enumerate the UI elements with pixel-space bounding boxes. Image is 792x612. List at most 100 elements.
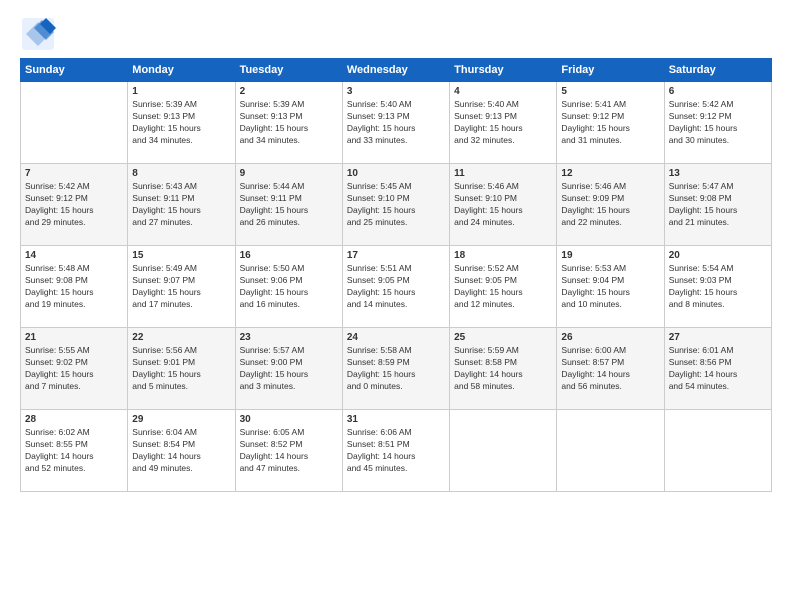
calendar-cell: 13 Sunrise: 5:47 AM Sunset: 9:08 PM Dayli…: [664, 164, 771, 246]
calendar-cell: 28 Sunrise: 6:02 AM Sunset: 8:55 PM Dayli…: [21, 410, 128, 492]
day-number: 1: [132, 86, 230, 97]
day-info: Sunrise: 5:54 AM Sunset: 9:03 PM Dayligh…: [669, 263, 767, 311]
weekday-header: Monday: [128, 59, 235, 82]
calendar-cell: 1 Sunrise: 5:39 AM Sunset: 9:13 PM Daylig…: [128, 82, 235, 164]
day-info: Sunrise: 5:46 AM Sunset: 9:10 PM Dayligh…: [454, 181, 552, 229]
day-info: Sunrise: 6:04 AM Sunset: 8:54 PM Dayligh…: [132, 427, 230, 475]
day-info: Sunrise: 5:45 AM Sunset: 9:10 PM Dayligh…: [347, 181, 445, 229]
day-number: 13: [669, 168, 767, 179]
calendar-cell: 12Sunrise: 5:46 AM Sunset: 9:09 PM Dayli…: [557, 164, 664, 246]
calendar-week-row: 14 Sunrise: 5:48 AM Sunset: 9:08 PM Dayli…: [21, 246, 772, 328]
day-number: 2: [240, 86, 338, 97]
day-info: Sunrise: 5:55 AM Sunset: 9:02 PM Dayligh…: [25, 345, 123, 393]
calendar-cell: 14 Sunrise: 5:48 AM Sunset: 9:08 PM Dayli…: [21, 246, 128, 328]
day-info: Sunrise: 6:06 AM Sunset: 8:51 PM Dayligh…: [347, 427, 445, 475]
calendar-cell: 10 Sunrise: 5:45 AM Sunset: 9:10 PM Dayli…: [342, 164, 449, 246]
calendar-cell: 11 Sunrise: 5:46 AM Sunset: 9:10 PM Dayli…: [450, 164, 557, 246]
calendar-cell: 17 Sunrise: 5:51 AM Sunset: 9:05 PM Dayli…: [342, 246, 449, 328]
day-number: 24: [347, 332, 445, 343]
day-info: Sunrise: 5:59 AM Sunset: 8:58 PM Dayligh…: [454, 345, 552, 393]
day-number: 30: [240, 414, 338, 425]
day-info: Sunrise: 5:49 AM Sunset: 9:07 PM Dayligh…: [132, 263, 230, 311]
day-info: Sunrise: 5:40 AM Sunset: 9:13 PM Dayligh…: [347, 99, 445, 147]
day-number: 22: [132, 332, 230, 343]
calendar-cell: 16 Sunrise: 5:50 AM Sunset: 9:06 PM Dayli…: [235, 246, 342, 328]
day-info: Sunrise: 5:41 AM Sunset: 9:12 PM Dayligh…: [561, 99, 659, 147]
day-info: Sunrise: 5:53 AM Sunset: 9:04 PM Dayligh…: [561, 263, 659, 311]
weekday-header: Wednesday: [342, 59, 449, 82]
calendar-cell: 31 Sunrise: 6:06 AM Sunset: 8:51 PM Dayli…: [342, 410, 449, 492]
day-number: 23: [240, 332, 338, 343]
day-info: Sunrise: 5:39 AM Sunset: 9:13 PM Dayligh…: [240, 99, 338, 147]
calendar-cell: 19Sunrise: 5:53 AM Sunset: 9:04 PM Dayli…: [557, 246, 664, 328]
calendar-cell: 20 Sunrise: 5:54 AM Sunset: 9:03 PM Dayli…: [664, 246, 771, 328]
day-number: 7: [25, 168, 123, 179]
day-number: 4: [454, 86, 552, 97]
day-info: Sunrise: 5:50 AM Sunset: 9:06 PM Dayligh…: [240, 263, 338, 311]
calendar-cell: [21, 82, 128, 164]
calendar-cell: 27Sunrise: 6:01 AM Sunset: 8:56 PM Dayli…: [664, 328, 771, 410]
day-info: Sunrise: 6:05 AM Sunset: 8:52 PM Dayligh…: [240, 427, 338, 475]
calendar-cell: 22Sunrise: 5:56 AM Sunset: 9:01 PM Dayli…: [128, 328, 235, 410]
calendar-cell: 2 Sunrise: 5:39 AM Sunset: 9:13 PM Daylig…: [235, 82, 342, 164]
day-info: Sunrise: 5:52 AM Sunset: 9:05 PM Dayligh…: [454, 263, 552, 311]
day-number: 26: [561, 332, 659, 343]
day-number: 17: [347, 250, 445, 261]
day-info: Sunrise: 6:00 AM Sunset: 8:57 PM Dayligh…: [561, 345, 659, 393]
calendar-cell: 29 Sunrise: 6:04 AM Sunset: 8:54 PM Dayli…: [128, 410, 235, 492]
day-number: 14: [25, 250, 123, 261]
day-number: 6: [669, 86, 767, 97]
day-number: 28: [25, 414, 123, 425]
day-info: Sunrise: 5:43 AM Sunset: 9:11 PM Dayligh…: [132, 181, 230, 229]
calendar-cell: 3Sunrise: 5:40 AM Sunset: 9:13 PM Daylig…: [342, 82, 449, 164]
calendar-cell: 23 Sunrise: 5:57 AM Sunset: 9:00 PM Dayli…: [235, 328, 342, 410]
calendar-cell: 6Sunrise: 5:42 AM Sunset: 9:12 PM Daylig…: [664, 82, 771, 164]
day-info: Sunrise: 5:47 AM Sunset: 9:08 PM Dayligh…: [669, 181, 767, 229]
day-info: Sunrise: 5:57 AM Sunset: 9:00 PM Dayligh…: [240, 345, 338, 393]
day-number: 15: [132, 250, 230, 261]
calendar-cell: 18Sunrise: 5:52 AM Sunset: 9:05 PM Dayli…: [450, 246, 557, 328]
day-info: Sunrise: 5:40 AM Sunset: 9:13 PM Dayligh…: [454, 99, 552, 147]
logo: [20, 16, 56, 48]
day-number: 20: [669, 250, 767, 261]
weekday-header: Friday: [557, 59, 664, 82]
day-info: Sunrise: 5:46 AM Sunset: 9:09 PM Dayligh…: [561, 181, 659, 229]
weekday-header: Sunday: [21, 59, 128, 82]
calendar-cell: 15 Sunrise: 5:49 AM Sunset: 9:07 PM Dayli…: [128, 246, 235, 328]
day-info: Sunrise: 5:48 AM Sunset: 9:08 PM Dayligh…: [25, 263, 123, 311]
calendar-cell: 4 Sunrise: 5:40 AM Sunset: 9:13 PM Daylig…: [450, 82, 557, 164]
calendar-cell: [557, 410, 664, 492]
calendar-cell: 21Sunrise: 5:55 AM Sunset: 9:02 PM Dayli…: [21, 328, 128, 410]
day-number: 5: [561, 86, 659, 97]
weekday-header: Thursday: [450, 59, 557, 82]
day-info: Sunrise: 5:39 AM Sunset: 9:13 PM Dayligh…: [132, 99, 230, 147]
calendar-cell: [664, 410, 771, 492]
calendar-cell: [450, 410, 557, 492]
calendar-week-row: 1 Sunrise: 5:39 AM Sunset: 9:13 PM Daylig…: [21, 82, 772, 164]
day-number: 16: [240, 250, 338, 261]
day-info: Sunrise: 6:01 AM Sunset: 8:56 PM Dayligh…: [669, 345, 767, 393]
header: [20, 16, 772, 48]
day-info: Sunrise: 5:58 AM Sunset: 8:59 PM Dayligh…: [347, 345, 445, 393]
day-number: 10: [347, 168, 445, 179]
day-number: 11: [454, 168, 552, 179]
calendar-cell: 25Sunrise: 5:59 AM Sunset: 8:58 PM Dayli…: [450, 328, 557, 410]
day-number: 9: [240, 168, 338, 179]
calendar-cell: 9 Sunrise: 5:44 AM Sunset: 9:11 PM Daylig…: [235, 164, 342, 246]
logo-icon: [20, 16, 52, 48]
day-number: 31: [347, 414, 445, 425]
day-info: Sunrise: 5:51 AM Sunset: 9:05 PM Dayligh…: [347, 263, 445, 311]
calendar-cell: 7 Sunrise: 5:42 AM Sunset: 9:12 PM Daylig…: [21, 164, 128, 246]
page: SundayMondayTuesdayWednesdayThursdayFrid…: [0, 0, 792, 612]
calendar-table: SundayMondayTuesdayWednesdayThursdayFrid…: [20, 58, 772, 492]
day-number: 29: [132, 414, 230, 425]
calendar-cell: 5 Sunrise: 5:41 AM Sunset: 9:12 PM Daylig…: [557, 82, 664, 164]
day-info: Sunrise: 5:44 AM Sunset: 9:11 PM Dayligh…: [240, 181, 338, 229]
day-info: Sunrise: 6:02 AM Sunset: 8:55 PM Dayligh…: [25, 427, 123, 475]
calendar-week-row: 21Sunrise: 5:55 AM Sunset: 9:02 PM Dayli…: [21, 328, 772, 410]
day-info: Sunrise: 5:42 AM Sunset: 9:12 PM Dayligh…: [25, 181, 123, 229]
weekday-header: Tuesday: [235, 59, 342, 82]
calendar-cell: 30 Sunrise: 6:05 AM Sunset: 8:52 PM Dayli…: [235, 410, 342, 492]
weekday-header: Saturday: [664, 59, 771, 82]
header-row: SundayMondayTuesdayWednesdayThursdayFrid…: [21, 59, 772, 82]
